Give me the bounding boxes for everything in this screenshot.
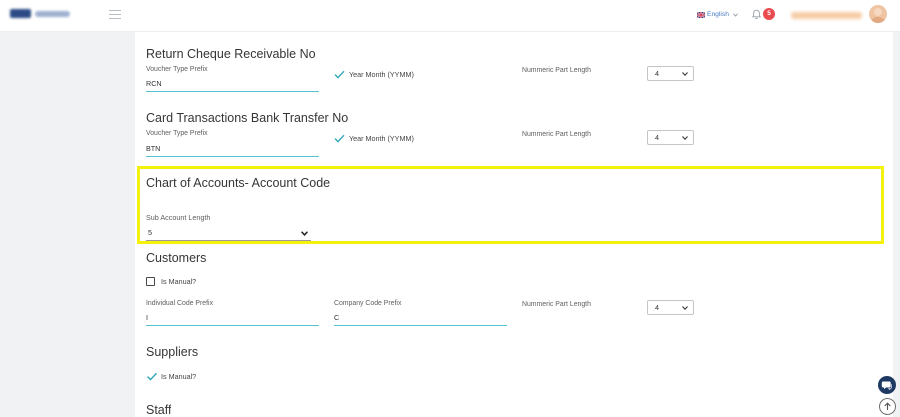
checkmark-icon bbox=[334, 134, 345, 143]
section-title: Staff bbox=[146, 403, 172, 417]
bell-icon bbox=[752, 9, 761, 20]
numeric-length-select[interactable]: 4 bbox=[647, 66, 694, 81]
numeric-length-select[interactable]: 4 bbox=[647, 130, 694, 145]
user-name[interactable] bbox=[791, 12, 862, 19]
individual-prefix-label: Individual Code Prefix bbox=[146, 300, 214, 307]
scroll-to-top-button[interactable] bbox=[879, 398, 896, 415]
checkbox-empty-icon bbox=[146, 277, 155, 286]
suppliers-manual-checkbox[interactable]: Is Manual? bbox=[146, 372, 196, 381]
section-title: Suppliers bbox=[146, 345, 199, 359]
logo-mark bbox=[10, 9, 31, 18]
voucher-prefix-input[interactable] bbox=[146, 141, 319, 157]
section-title: Customers bbox=[146, 251, 207, 265]
section-title: Chart of Accounts- Account Code bbox=[146, 176, 331, 190]
numeric-length-dropdown[interactable]: 4 bbox=[648, 301, 693, 314]
notification-badge: 5 bbox=[763, 8, 775, 20]
section-title: Card Transactions Bank Transfer No bbox=[146, 111, 349, 125]
logo-wordmark bbox=[35, 11, 70, 17]
sub-account-length-select[interactable]: 5 bbox=[146, 225, 311, 241]
chevron-down-icon bbox=[733, 13, 738, 17]
voucher-prefix-input[interactable] bbox=[146, 76, 319, 92]
settings-card: Return Cheque Receivable No Voucher Type… bbox=[135, 32, 893, 417]
notifications-button[interactable]: 5 bbox=[752, 8, 776, 21]
hamburger-icon[interactable] bbox=[109, 10, 121, 19]
uk-flag-icon bbox=[697, 12, 705, 18]
checkmark-icon bbox=[147, 372, 157, 381]
individual-prefix-input[interactable] bbox=[146, 310, 319, 326]
sub-account-length-label: Sub Account Length bbox=[146, 213, 211, 222]
voucher-prefix-label: Voucher Type Prefix bbox=[146, 66, 208, 73]
chat-bubble-icon bbox=[881, 381, 892, 391]
numeric-length-select[interactable]: 4 bbox=[647, 300, 694, 315]
numeric-length-label: Nummeric Part Length bbox=[522, 301, 591, 308]
numeric-length-label: Nummeric Part Length bbox=[522, 131, 591, 138]
language-selector[interactable]: English bbox=[697, 10, 738, 20]
year-month-label: Year Month (YYMM) bbox=[349, 70, 414, 79]
is-manual-label: Is Manual? bbox=[161, 277, 197, 286]
is-manual-label: Is Manual? bbox=[161, 372, 197, 381]
arrow-up-icon bbox=[884, 402, 891, 410]
chat-button[interactable] bbox=[878, 376, 896, 394]
user-avatar-icon[interactable] bbox=[869, 5, 887, 23]
numeric-length-label: Nummeric Part Length bbox=[522, 67, 591, 74]
company-prefix-input[interactable] bbox=[334, 310, 507, 326]
sub-account-length-dropdown[interactable]: 5 bbox=[146, 225, 311, 240]
numeric-length-dropdown[interactable]: 4 bbox=[648, 131, 693, 144]
section-title: Return Cheque Receivable No bbox=[146, 47, 316, 61]
language-label: English bbox=[707, 11, 729, 18]
year-month-checkbox[interactable]: Year Month (YYMM) bbox=[334, 134, 414, 143]
checkmark-icon bbox=[334, 70, 345, 79]
year-month-label: Year Month (YYMM) bbox=[349, 134, 414, 143]
year-month-checkbox[interactable]: Year Month (YYMM) bbox=[334, 70, 414, 79]
voucher-prefix-label: Voucher Type Prefix bbox=[146, 130, 208, 137]
company-logo[interactable] bbox=[10, 7, 70, 21]
top-bar: English 5 bbox=[0, 0, 900, 32]
company-prefix-label: Company Code Prefix bbox=[334, 300, 402, 307]
numeric-length-dropdown[interactable]: 4 bbox=[648, 67, 693, 80]
customers-manual-checkbox[interactable]: Is Manual? bbox=[146, 277, 196, 286]
